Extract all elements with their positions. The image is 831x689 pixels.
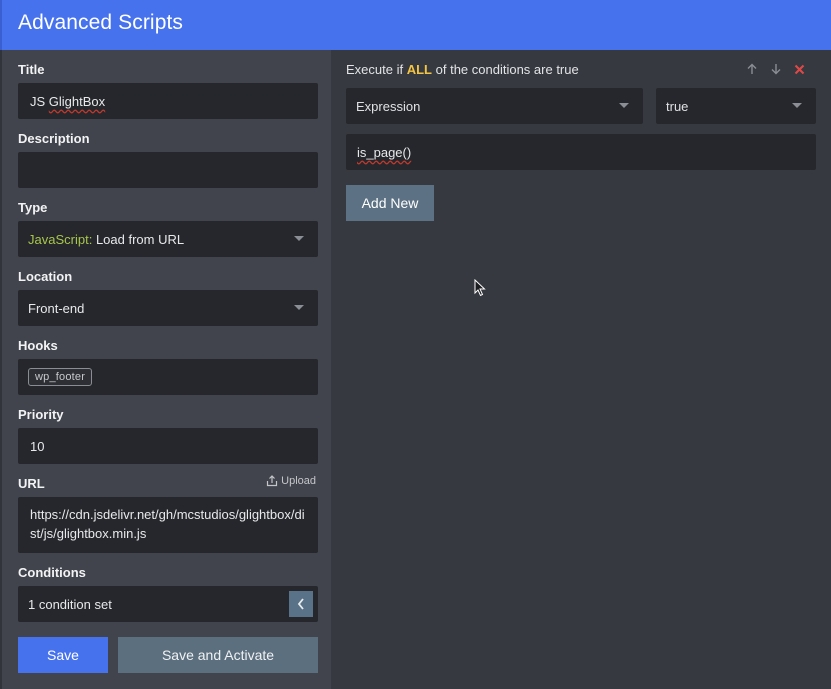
priority-label: Priority: [18, 407, 64, 422]
location-select[interactable]: Front-end: [18, 290, 318, 326]
mouse-cursor-icon: [474, 279, 486, 297]
expression-input[interactable]: is_page(): [346, 134, 816, 170]
hooks-label: Hooks: [18, 338, 58, 353]
conditions-toggle-button[interactable]: [289, 591, 313, 617]
conditions-summary: 1 condition set: [28, 596, 112, 612]
description-label: Description: [18, 131, 90, 146]
app-title: Advanced Scripts: [18, 11, 184, 34]
chevron-down-icon: [294, 305, 304, 310]
upload-icon: [267, 475, 278, 487]
chevron-down-icon: [294, 236, 304, 241]
hooks-input[interactable]: wp_footer: [18, 359, 318, 395]
chevron-down-icon: [619, 103, 629, 108]
title-value-part: JS: [30, 93, 49, 109]
arrow-down-icon[interactable]: [770, 63, 782, 75]
type-language: JavaScript:: [28, 231, 93, 247]
conditions-panel: Execute if ALL of the conditions are tru…: [331, 50, 831, 689]
condition-result-select[interactable]: true: [656, 88, 816, 124]
condition-logic-text: Execute if ALL of the conditions are tru…: [346, 62, 579, 77]
chevron-left-icon: [297, 598, 304, 610]
priority-input[interactable]: 10: [18, 428, 318, 464]
type-select[interactable]: JavaScript: Load from URL: [18, 221, 318, 257]
hook-tag[interactable]: wp_footer: [28, 368, 93, 386]
arrow-up-icon[interactable]: [746, 63, 758, 75]
save-button[interactable]: Save: [18, 637, 108, 673]
script-form-panel: Title JS GlightBox Description Type Java…: [0, 50, 331, 689]
upload-label: Upload: [281, 475, 316, 487]
location-value: Front-end: [28, 300, 85, 316]
conditions-label: Conditions: [18, 565, 86, 580]
expression-value: is_page(): [357, 144, 412, 160]
chevron-down-icon: [792, 103, 802, 108]
url-input[interactable]: https://cdn.jsdelivr.net/gh/mcstudios/gl…: [18, 497, 318, 553]
save-and-activate-button[interactable]: Save and Activate: [118, 637, 318, 673]
delete-icon[interactable]: [794, 64, 805, 75]
upload-button[interactable]: Upload: [266, 475, 316, 487]
conditions-field[interactable]: 1 condition set: [18, 586, 318, 622]
url-label: URL: [18, 476, 45, 491]
condition-row-actions: [746, 63, 805, 75]
title-value: JS GlightBox: [30, 94, 105, 109]
condition-mode-toggle[interactable]: ALL: [407, 62, 432, 77]
condition-result-value: true: [666, 98, 689, 114]
app-header: Advanced Scripts: [0, 0, 831, 50]
type-value: Load from URL: [95, 231, 185, 247]
type-label: Type: [18, 200, 48, 215]
title-value-misspelled: GlightBox: [48, 93, 106, 109]
title-label: Title: [18, 62, 45, 77]
location-label: Location: [18, 269, 73, 284]
condition-type-value: Expression: [356, 98, 421, 114]
title-input[interactable]: JS GlightBox: [18, 83, 318, 119]
description-input[interactable]: [18, 152, 318, 188]
add-new-condition-button[interactable]: Add New: [346, 185, 434, 221]
condition-type-select[interactable]: Expression: [346, 88, 643, 124]
